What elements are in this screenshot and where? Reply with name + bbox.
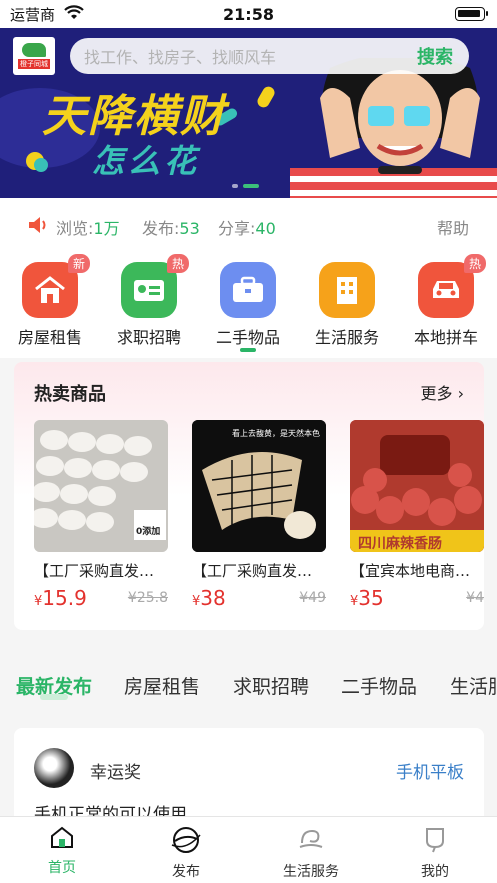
service-icon bbox=[299, 829, 323, 848]
banner-subheadline: 怎么花 bbox=[92, 142, 201, 180]
nav-label: 我的 bbox=[421, 864, 449, 880]
new-badge: 新 bbox=[67, 254, 90, 273]
status-bar: 运营商 21:58 bbox=[0, 0, 497, 28]
nav-label: 生活服务 bbox=[283, 864, 339, 880]
help-link[interactable]: 帮助 bbox=[437, 215, 469, 239]
home-icon bbox=[51, 826, 73, 848]
product-image: 0添加 bbox=[34, 420, 168, 552]
category-page-indicator bbox=[240, 348, 256, 352]
product-image-text: 0添加 bbox=[136, 527, 161, 537]
banner-dot[interactable] bbox=[232, 184, 238, 188]
search-button[interactable]: 搜索 bbox=[417, 43, 469, 69]
car-icon: 热 bbox=[418, 254, 486, 318]
nav-label: 发布 bbox=[172, 864, 200, 880]
banner-dot-active[interactable] bbox=[243, 184, 259, 188]
product-price: ¥15.9 bbox=[34, 586, 87, 610]
stats-row: 浏览:1万 发布:53 分享:40 帮助 bbox=[0, 198, 497, 252]
product-name: 【宜宾本地电商… bbox=[350, 562, 471, 580]
tab-house[interactable]: 房屋租售 bbox=[124, 672, 200, 699]
search-input[interactable]: 找工作、找房子、找顺风车 bbox=[84, 44, 417, 68]
app-logo[interactable]: 橙子同城 bbox=[13, 37, 55, 75]
category-label: 生活服务 bbox=[314, 328, 379, 347]
nav-home[interactable]: 首页 bbox=[12, 825, 112, 877]
more-link[interactable]: 更多 › bbox=[420, 380, 464, 404]
id-card-icon: 热 bbox=[121, 254, 189, 318]
posts-stat: 发布:53 bbox=[142, 215, 200, 239]
views-label: 浏览: bbox=[56, 219, 94, 238]
product-image: 四川麻辣香肠 bbox=[350, 420, 484, 552]
product-card[interactable]: 0添加 【工厂采购直发… ¥15.9 ¥25.8 bbox=[34, 420, 168, 610]
nav-profile[interactable]: 我的 bbox=[385, 825, 485, 881]
original-price: ¥4 bbox=[466, 590, 484, 606]
more-label: 更多 bbox=[420, 384, 453, 403]
posts-label: 发布: bbox=[142, 219, 180, 238]
banner-headline: 天降横财 bbox=[42, 91, 226, 142]
post-category[interactable]: 手机平板 bbox=[396, 758, 464, 783]
tab-jobs[interactable]: 求职招聘 bbox=[233, 672, 309, 699]
category-secondhand[interactable]: 二手物品 bbox=[208, 262, 288, 348]
category-life-service[interactable]: 生活服务 bbox=[307, 262, 387, 348]
category-label: 二手物品 bbox=[215, 328, 280, 347]
category-label: 求职招聘 bbox=[116, 328, 181, 347]
nav-label: 首页 bbox=[48, 860, 76, 876]
feed-tabs: 最新发布 房屋租售 求职招聘 二手物品 生活服务 bbox=[0, 652, 497, 714]
leaf-icon bbox=[22, 43, 46, 57]
product-card[interactable]: 看上去馥黄，是天然本色 【工厂采购直发… ¥38 ¥49 bbox=[192, 420, 326, 610]
original-price: ¥49 bbox=[299, 590, 326, 606]
views-stat: 浏览:1万 bbox=[56, 215, 120, 239]
mushroom-image bbox=[192, 420, 326, 552]
price-value: 38 bbox=[200, 586, 226, 610]
planet-icon bbox=[171, 827, 201, 853]
clock: 21:58 bbox=[223, 4, 274, 24]
category-label: 房屋租售 bbox=[17, 328, 82, 347]
logo-text: 橙子同城 bbox=[18, 59, 50, 69]
banner-decoration bbox=[34, 158, 48, 172]
section-title: 热卖商品 bbox=[34, 384, 106, 405]
category-jobs[interactable]: 热 求职招聘 bbox=[109, 254, 189, 348]
product-name: 【工厂采购直发… bbox=[34, 562, 155, 580]
original-price: ¥25.8 bbox=[127, 590, 168, 606]
product-name: 【工厂采购直发… bbox=[192, 562, 313, 580]
hot-badge: 热 bbox=[463, 254, 486, 273]
banner-decoration bbox=[255, 84, 277, 110]
hot-products-section: 热卖商品 更多 › 0添加 【工厂采购直发… ¥15.9 ¥25.8 看上去馥黄… bbox=[14, 362, 484, 630]
shares-stat: 分享:40 bbox=[218, 215, 276, 239]
shares-value: 40 bbox=[255, 219, 276, 238]
category-grid: 新 房屋租售 热 求职招聘 二手物品 生活服务 热 本地拼车 bbox=[0, 252, 497, 358]
tab-life-service[interactable]: 生活服务 bbox=[450, 672, 497, 699]
building-icon bbox=[319, 262, 375, 318]
profile-icon bbox=[426, 828, 444, 853]
category-carpool[interactable]: 热 本地拼车 bbox=[406, 254, 486, 348]
product-image-text: 看上去馥黄，是天然本色 bbox=[232, 429, 320, 438]
posts-value: 53 bbox=[179, 219, 200, 238]
nav-life-service[interactable]: 生活服务 bbox=[261, 825, 361, 881]
price-value: 15.9 bbox=[42, 586, 87, 610]
speaker-icon bbox=[29, 217, 46, 233]
shares-label: 分享: bbox=[218, 219, 256, 238]
post-username[interactable]: 幸运奖 bbox=[90, 758, 141, 783]
product-card[interactable]: 四川麻辣香肠 【宜宾本地电商… ¥35 ¥4 bbox=[350, 420, 484, 610]
product-price: ¥35 bbox=[350, 586, 384, 610]
battery-icon bbox=[455, 7, 488, 21]
briefcase-icon bbox=[220, 262, 276, 318]
nav-publish[interactable]: 发布 bbox=[136, 825, 236, 881]
product-price: ¥38 bbox=[192, 586, 226, 610]
bottom-nav: 首页 发布 生活服务 我的 bbox=[0, 816, 497, 883]
product-image-text: 四川麻辣香肠 bbox=[358, 536, 442, 552]
category-label: 本地拼车 bbox=[413, 328, 478, 347]
price-value: 35 bbox=[358, 586, 384, 610]
chevron-right-icon: › bbox=[457, 384, 464, 403]
search-bar[interactable]: 找工作、找房子、找顺风车 搜索 bbox=[70, 38, 469, 74]
banner-pagination bbox=[232, 184, 259, 188]
avatar[interactable] bbox=[34, 748, 74, 788]
house-icon: 新 bbox=[22, 254, 90, 318]
product-image: 看上去馥黄，是天然本色 bbox=[192, 420, 326, 552]
tab-secondhand[interactable]: 二手物品 bbox=[341, 672, 417, 699]
active-tab-indicator bbox=[40, 694, 68, 700]
banner-person-image bbox=[290, 58, 497, 198]
category-house[interactable]: 新 房屋租售 bbox=[10, 254, 90, 348]
hot-badge: 热 bbox=[166, 254, 189, 273]
views-value: 1万 bbox=[93, 219, 120, 238]
